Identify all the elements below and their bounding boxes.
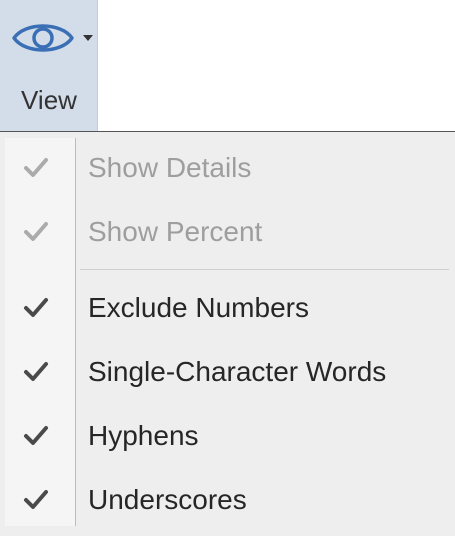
view-dropdown-menu: Show Details Show Percent Exclude Number… (0, 131, 455, 536)
checkmark-icon (24, 362, 48, 381)
menu-item-label: Show Details (88, 152, 252, 183)
dropdown-arrow-icon (83, 35, 93, 41)
menu-item-label: Underscores (88, 484, 247, 515)
menu-separator (80, 269, 449, 270)
menu-item-label: Exclude Numbers (88, 292, 309, 323)
menu-item-hyphens[interactable]: Hyphens (0, 408, 455, 464)
checkmark-icon (24, 298, 48, 317)
menu-item-label: Hyphens (88, 420, 199, 451)
checkmark-icon (24, 490, 48, 509)
view-button-label: View (21, 85, 77, 115)
menu-item-single-character-words[interactable]: Single-Character Words (0, 344, 455, 400)
eye-icon (12, 24, 74, 52)
menu-item-underscores[interactable]: Underscores (0, 472, 455, 528)
menu-item-show-details[interactable]: Show Details (0, 140, 455, 196)
menu-item-label: Single-Character Words (88, 356, 387, 387)
menu-item-show-percent[interactable]: Show Percent (0, 204, 455, 260)
menu-item-exclude-numbers[interactable]: Exclude Numbers (0, 280, 455, 336)
view-dropdown-button[interactable]: View (0, 0, 98, 131)
menu-item-label: Show Percent (88, 216, 263, 247)
checkmark-icon (24, 426, 48, 445)
checkmark-icon (24, 158, 48, 177)
checkmark-icon (24, 222, 48, 241)
